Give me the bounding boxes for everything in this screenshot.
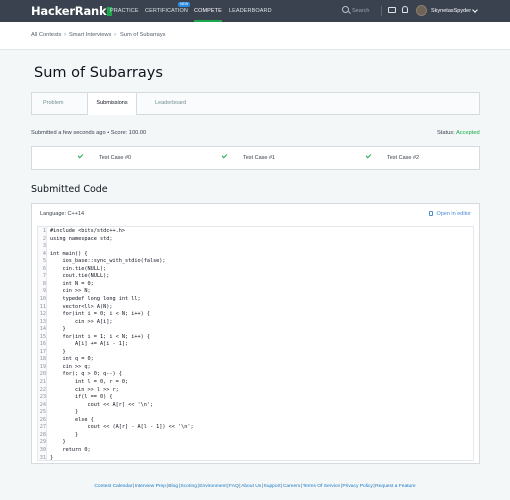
footer-links: Contest Calendar|Interview Prep|Blog|Sco… [0, 484, 510, 489]
footer-link[interactable]: Scoring [180, 484, 197, 489]
tab-problem[interactable]: Problem [43, 93, 63, 114]
nav-leaderboard[interactable]: LEADERBOARD [229, 0, 272, 22]
footer-link[interactable]: Careers [283, 484, 300, 489]
status-badge: Accepted [456, 130, 480, 136]
search-input[interactable] [352, 5, 392, 17]
test-case-list: Test Case #0 Test Case #1 Test Case #2 [31, 146, 480, 170]
submission-info: Submitted a few seconds ago • Score: 100… [31, 130, 147, 136]
open-in-editor-label: Open in editor [436, 211, 471, 217]
code-text: using namespace std; [50, 235, 113, 242]
new-badge: NEW [178, 2, 191, 7]
status-label: Status: [437, 130, 455, 136]
language-label: Language: C++14 [40, 211, 85, 217]
footer-link[interactable]: Terms Of Service [303, 484, 341, 489]
page-title: Sum of Subarrays [34, 65, 163, 81]
code-text: } [50, 454, 54, 461]
nav-compete[interactable]: COMPETE [194, 0, 222, 22]
test-case-0[interactable]: Test Case #0 [99, 147, 131, 169]
breadcrumb-current: Sum of Subarrays [120, 32, 166, 38]
footer-link[interactable]: Blog [168, 484, 178, 489]
breadcrumb-separator-icon: › [114, 32, 116, 38]
breadcrumb-separator-icon: › [64, 32, 66, 38]
footer-link[interactable]: Privacy Policy [342, 484, 372, 489]
tab-leaderboard[interactable]: Leaderboard [155, 93, 186, 114]
check-icon [77, 152, 84, 159]
tab-bar: Problem Submissions Leaderboard [31, 92, 480, 115]
footer-link[interactable]: Interview Prep [135, 484, 166, 489]
tab-submissions[interactable]: Submissions [87, 93, 137, 115]
footer-link[interactable]: FAQ [229, 484, 239, 489]
breadcrumb-smart-interviews[interactable]: Smart Interviews [69, 32, 111, 38]
search-icon[interactable] [342, 6, 349, 13]
messages-icon[interactable] [388, 7, 396, 13]
submission-status: Status: Accepted [437, 130, 480, 136]
breadcrumb-all-contests[interactable]: All Contests [31, 32, 61, 38]
footer-link[interactable]: Contest Calendar [94, 484, 132, 489]
hackerrank-logo[interactable]: HackerRank [31, 4, 113, 18]
check-icon [221, 152, 228, 159]
avatar[interactable] [416, 5, 427, 16]
chevron-down-icon[interactable] [472, 7, 478, 13]
nav-practice[interactable]: PRACTICE [110, 0, 139, 22]
footer-link[interactable]: Environment [199, 484, 226, 489]
code-panel: Language: C++14 Open in editor 1 #include… [31, 203, 480, 464]
username[interactable]: SkynetasSpyder [431, 0, 471, 22]
submitted-code-heading: Submitted Code [31, 184, 108, 195]
test-case-2[interactable]: Test Case #2 [387, 147, 419, 169]
test-case-1[interactable]: Test Case #1 [243, 147, 275, 169]
open-in-editor-link[interactable]: Open in editor [429, 211, 471, 217]
editor-icon [429, 211, 434, 216]
code-viewer[interactable]: 1 #include <bits/stdc++.h> 2 using namespac… [37, 226, 474, 461]
notifications-bell-icon[interactable] [402, 6, 408, 13]
top-nav: HackerRank PRACTICE CERTIFICATION NEW CO… [0, 0, 510, 22]
footer-link[interactable]: Support [263, 484, 280, 489]
check-icon [365, 152, 372, 159]
footer-link[interactable]: About Us [241, 484, 261, 489]
code-text: return 0; [50, 446, 91, 453]
nav-divider [381, 6, 382, 16]
line-number: 31 [39, 454, 46, 461]
footer-link[interactable]: Request a Feature [375, 484, 416, 489]
